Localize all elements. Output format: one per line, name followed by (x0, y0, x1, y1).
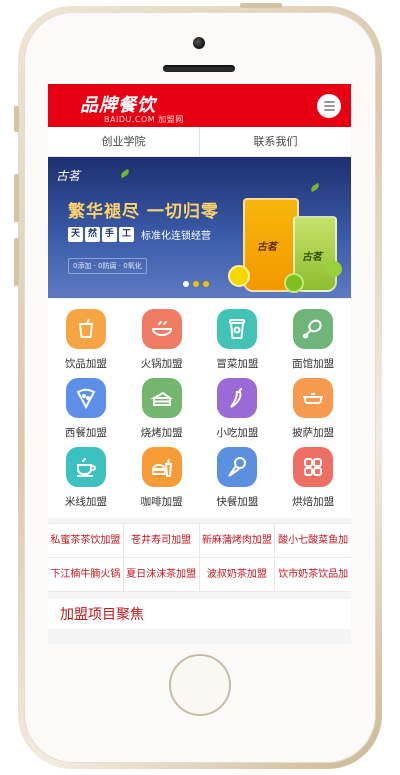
front-camera (193, 37, 205, 49)
banner-brand-logo: 古茗 (56, 169, 81, 183)
category-bbq[interactable]: 烧烤加盟 (124, 376, 200, 445)
volume-up-button (14, 174, 19, 222)
category-label: 面馆加盟 (292, 358, 335, 370)
leaf-decoration (119, 168, 131, 179)
earpiece-speaker (163, 65, 235, 72)
category-label: 披萨加盟 (292, 427, 335, 439)
category-label: 烘焙加盟 (292, 496, 335, 508)
category-label: 饮品加盟 (64, 358, 107, 370)
lemon-image (228, 265, 250, 287)
banner-tag: 然 (85, 227, 100, 242)
carousel-dot[interactable] (183, 281, 189, 287)
burger-drink-icon (141, 447, 182, 487)
mute-switch (14, 106, 19, 132)
category-hotpot[interactable]: 火锅加盟 (124, 307, 200, 376)
category-drinks[interactable]: 饮品加盟 (48, 307, 124, 376)
brand-link-table: 私蜜茶茶饮加盟 苍井寿司加盟 新麻蒲烤肉加盟 酸小七酸菜鱼加 下江楠牛腩火锅 夏… (48, 523, 351, 592)
section-title: 加盟项目聚焦 (48, 599, 351, 629)
menu-icon (323, 101, 335, 103)
brand-link[interactable]: 酸小七酸菜鱼加 (275, 524, 351, 558)
carousel-dots (183, 281, 209, 287)
chili-icon (217, 378, 258, 418)
category-label: 西餐加盟 (64, 427, 107, 439)
drink-cup-icon (65, 309, 106, 349)
cake-icon (141, 378, 182, 418)
lime-image (284, 273, 304, 293)
screen: 品牌餐饮 BAIDU.COM 加盟网 创业学院 联系我们 古茗 繁华褪尽 一切归… (48, 84, 351, 644)
banner-badges: 0添加 · 0防腐 · 0氧化 (68, 258, 147, 274)
category-label: 咖啡加盟 (140, 496, 183, 508)
volume-down-button (14, 238, 19, 286)
brand-link[interactable]: 夏日沫沫茶加盟 (123, 558, 200, 592)
category-western[interactable]: 西餐加盟 (48, 376, 124, 445)
promo-banner[interactable]: 古茗 繁华褪尽 一切归零 天 然 手 工 标准化连锁经营 0添加 · 0防腐 ·… (48, 157, 351, 298)
top-nav: 创业学院 联系我们 (48, 127, 351, 157)
brand-link[interactable]: 私蜜茶茶饮加盟 (48, 524, 124, 558)
banner-tag-row: 天 然 手 工 标准化连锁经营 (68, 227, 211, 242)
category-grid: 饮品加盟 火锅加盟 冒菜加盟 面馆加盟 西餐加盟 烧烤加盟 小吃加盟 披萨加盟 … (48, 299, 351, 518)
nav-item-contact-us[interactable]: 联系我们 (199, 127, 351, 156)
category-label: 烧烤加盟 (140, 427, 183, 439)
banner-tag: 手 (102, 227, 117, 242)
pizza-icon (65, 378, 106, 418)
brand-link[interactable]: 饮市奶茶饮品加 (275, 558, 351, 592)
category-noodles[interactable]: 面馆加盟 (275, 307, 351, 376)
category-label: 冒菜加盟 (216, 358, 259, 370)
banner-tagline: 标准化连锁经营 (141, 231, 211, 242)
category-maocai[interactable]: 冒菜加盟 (200, 307, 276, 376)
menu-button[interactable] (317, 94, 341, 118)
category-label: 火锅加盟 (140, 358, 183, 370)
carousel-dot-active[interactable] (193, 281, 199, 287)
category-label: 小吃加盟 (216, 427, 259, 439)
category-fast-food[interactable]: 快餐加盟 (200, 445, 276, 514)
banner-tag: 工 (119, 227, 134, 242)
category-label: 快餐加盟 (216, 496, 259, 508)
category-bakery[interactable]: 烘焙加盟 (275, 445, 351, 514)
brand-link[interactable]: 新麻蒲烤肉加盟 (199, 524, 276, 558)
power-button (240, 3, 282, 8)
hotpot-icon (141, 309, 182, 349)
cup-brand-label: 古茗 (257, 242, 277, 253)
takeaway-cup-icon (217, 309, 258, 349)
grid-icon (293, 447, 334, 487)
category-label: 米线加盟 (64, 496, 107, 508)
leaf-decoration (309, 182, 321, 193)
home-button[interactable] (169, 654, 231, 716)
brand-link[interactable]: 苍井寿司加盟 (123, 524, 200, 558)
cup-brand-label: 古茗 (302, 252, 322, 263)
category-snacks[interactable]: 小吃加盟 (200, 376, 276, 445)
drumstick-icon (293, 309, 334, 349)
brand-link[interactable]: 下江楠牛腩火锅 (48, 558, 124, 592)
carousel-dot[interactable] (203, 281, 209, 287)
teacup-icon (65, 447, 106, 487)
category-rice-noodle[interactable]: 米线加盟 (48, 445, 124, 514)
nav-item-startup-academy[interactable]: 创业学院 (48, 127, 199, 156)
banner-headline: 繁华褪尽 一切归零 (68, 202, 219, 222)
category-pizza[interactable]: 披萨加盟 (275, 376, 351, 445)
brand-link[interactable]: 波叔奶茶加盟 (199, 558, 276, 592)
ice-cream-icon (217, 447, 258, 487)
pan-icon (293, 378, 334, 418)
lime-image (326, 261, 342, 277)
site-header: 品牌餐饮 BAIDU.COM 加盟网 (48, 84, 351, 127)
banner-tag: 天 (68, 227, 83, 242)
category-coffee[interactable]: 咖啡加盟 (124, 445, 200, 514)
site-logo-subtitle: BAIDU.COM 加盟网 (104, 115, 184, 124)
